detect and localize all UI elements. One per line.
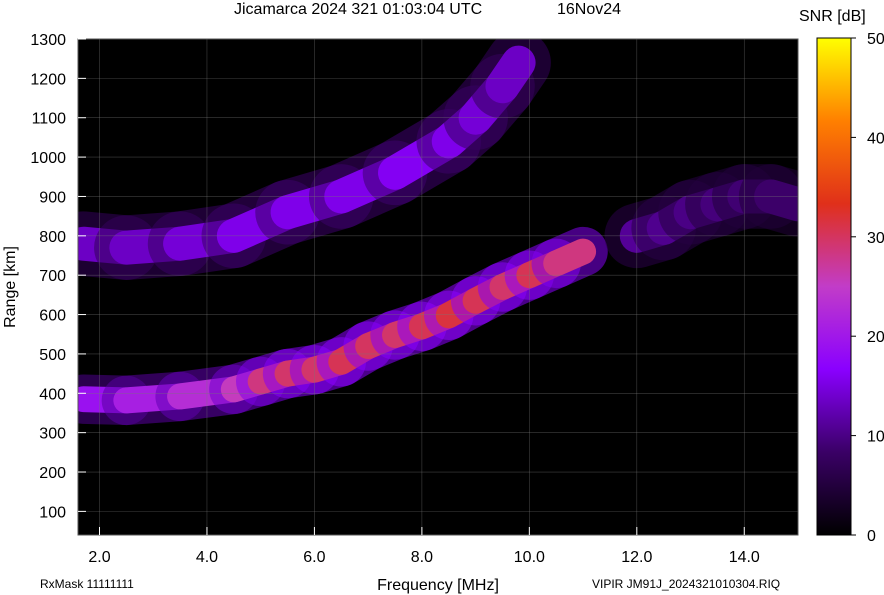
colorbar-tick-label: 10 bbox=[867, 429, 884, 446]
y-tick-label: 1100 bbox=[32, 111, 67, 128]
y-axis-label: Range [km] bbox=[2, 246, 19, 328]
y-tick-label: 400 bbox=[39, 386, 66, 403]
y-tick-label: 900 bbox=[39, 189, 66, 206]
x-tick-label: 6.0 bbox=[303, 549, 325, 566]
y-tick-label: 500 bbox=[39, 347, 66, 364]
x-tick-label: 12.0 bbox=[621, 549, 652, 566]
colorbar-ticks: 0 10 20 30 40 50 bbox=[851, 31, 884, 545]
y-tick-label: 700 bbox=[39, 268, 66, 285]
colorbar-tick-label: 40 bbox=[867, 130, 884, 147]
x-axis-label: Frequency [MHz] bbox=[377, 577, 499, 594]
trace-2 bbox=[604, 164, 798, 269]
trace-segment bbox=[543, 238, 597, 277]
colorbar-tick-label: 20 bbox=[867, 329, 884, 346]
x-tick-label: 4.0 bbox=[196, 549, 218, 566]
ionogram-chart: Jicamarca 2024 321 01:03:04 UTC 16Nov24 … bbox=[2, 1, 884, 594]
y-tick-label: 1200 bbox=[30, 71, 66, 88]
x-tick-label: 8.0 bbox=[411, 549, 433, 566]
y-tick-label: 100 bbox=[39, 504, 66, 521]
y-tick-label: 200 bbox=[39, 465, 66, 482]
colorbar-label: SNR [dB] bbox=[799, 8, 866, 25]
date-label: 16Nov24 bbox=[557, 1, 621, 18]
x-tick-label: 14.0 bbox=[729, 549, 760, 566]
y-tick-label: 300 bbox=[39, 426, 66, 443]
y-tick-label: 1000 bbox=[30, 150, 66, 167]
chart-title: Jicamarca 2024 321 01:03:04 UTC bbox=[234, 1, 482, 18]
x-tick-label: 2.0 bbox=[88, 549, 110, 566]
colorbar-tick-label: 0 bbox=[867, 528, 876, 545]
trace-segment bbox=[754, 179, 798, 222]
y-tick-label: 600 bbox=[39, 308, 66, 325]
colorbar bbox=[816, 37, 852, 536]
y-tick-label: 800 bbox=[39, 229, 66, 246]
x-tick-label: 10.0 bbox=[514, 549, 545, 566]
colorbar-tick-label: 50 bbox=[867, 31, 884, 48]
trace-segment bbox=[485, 45, 536, 104]
rxmask-label: RxMask 11111111 bbox=[40, 577, 134, 591]
file-label: VIPIR JM91J_2024321010304.RIQ bbox=[592, 577, 780, 591]
colorbar-tick-label: 30 bbox=[867, 230, 884, 247]
y-tick-label: 1300 bbox=[30, 32, 66, 49]
